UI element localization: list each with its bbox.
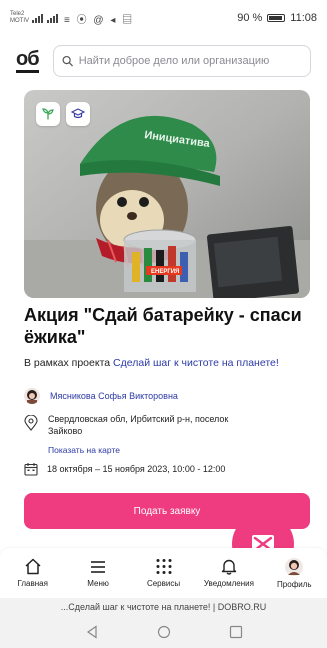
event-title: Акция "Сдай батарейку - спаси ёжика" [24,305,302,347]
author-row: Мясникова Софья Викторовна [24,388,178,404]
carrier-line-2: MOTIV [10,18,29,24]
clock: 11:08 [290,12,317,24]
location-pin-icon [24,415,38,431]
nav-notifications[interactable]: Уведомления [196,548,261,598]
carrier-line-1: Tele2 [10,11,25,17]
event-photo: Инициатива ЕНЕРГИЯ [24,90,310,298]
recents-icon[interactable] [229,625,243,639]
nav-label-notifications: Уведомления [203,579,254,588]
nav-home[interactable]: Главная [0,548,65,598]
app-header: об [0,42,327,80]
bell-icon [221,559,237,575]
project-prefix: В рамках проекта [24,357,111,369]
back-icon[interactable] [85,625,99,639]
nav-profile[interactable]: Профиль [262,548,327,598]
location-row: Свердловская обл, Ирбитский р-н, поселок… [24,413,254,437]
search-input[interactable] [78,55,302,67]
menu-icon [91,561,106,573]
bottom-navigation: Главная Меню Сервисы Уведомления Профиль [0,548,327,598]
author-avatar [24,388,40,404]
url-text: ...Сделай шаг к чистоте на планете! | DO… [60,602,267,612]
project-line: В рамках проекта Сделай шаг к чистоте на… [24,356,319,370]
graduation-cap-icon [66,102,90,126]
nav-services[interactable]: Сервисы [131,548,196,598]
avatar [285,558,304,576]
battery-fill [269,16,282,20]
nav-label-services: Сервисы [146,579,181,588]
home-circle-icon[interactable] [157,625,171,639]
nav-label-home: Главная [17,579,48,588]
system-navigation-bar [0,616,327,648]
logo[interactable]: об [16,49,40,73]
dates-row: 18 октября – 15 ноября 2023, 10:00 - 12:… [24,462,225,476]
signal-icon-2 [47,13,58,23]
home-icon [25,558,41,575]
nav-menu[interactable]: Меню [65,548,130,598]
battery-card-text: ЕНЕРГИЯ [151,269,179,275]
carrier-name: Tele2 MOTIV [10,11,29,25]
calendar-icon [24,463,38,476]
location-text: Свердловская обл, Ирбитский р-н, поселок… [48,414,229,436]
browser-url-bar[interactable]: ...Сделай шаг к чистоте на планете! | DO… [0,598,327,616]
show-on-map-link[interactable]: Показать на карте [48,445,120,455]
status-bar: Tele2 MOTIV ≡ ⦿ @ ◂ ▤ 90 % 11:08 [0,0,327,36]
dates-text: 18 октября – 15 ноября 2023, 10:00 - 12:… [47,464,226,474]
author-name[interactable]: Мясникова Софья Викторовна [50,390,178,402]
sprout-icon [36,102,60,126]
search-box[interactable] [52,45,311,77]
nav-label-profile: Профиль [277,580,312,589]
nav-label-menu: Меню [87,579,109,588]
project-link[interactable]: Сделай шаг к чистоте на планете! [113,357,279,369]
grid-icon [156,559,172,574]
search-icon [62,55,73,67]
battery-percent: 90 % [237,12,263,24]
status-icons: ≡ ⦿ @ ◂ ▤ [64,14,135,26]
battery-icon [267,14,286,22]
signal-icon [32,13,43,23]
